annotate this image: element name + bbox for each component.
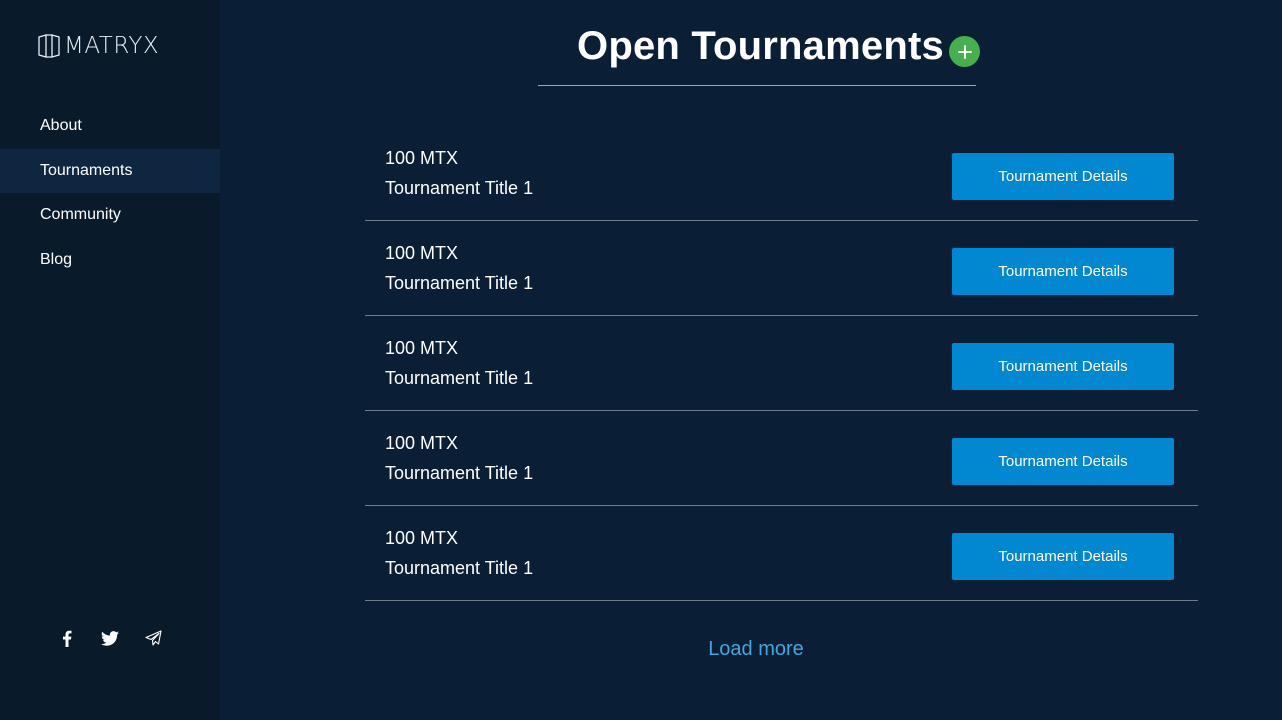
sidebar-item-about[interactable]: About (0, 104, 220, 149)
app: MATRYX About Tournaments Community Blog … (0, 0, 1282, 720)
tournament-details-button[interactable]: Tournament Details (952, 438, 1174, 485)
tournament-row: 100 MTX Tournament Title 1 Tournament De… (365, 316, 1198, 411)
tournament-bounty: 100 MTX (385, 243, 459, 263)
tournament-title: Tournament Title 1 (385, 463, 534, 483)
tournament-details-button[interactable]: Tournament Details (952, 533, 1174, 580)
tournament-details-button[interactable]: Tournament Details (952, 153, 1174, 200)
plus-icon (957, 44, 972, 59)
tournament-bounty: 100 MTX (385, 433, 459, 453)
tournament-bounty: 100 MTX (385, 338, 459, 358)
load-more-link[interactable]: Load more (220, 638, 1282, 661)
page-header: Open Tournaments (538, 24, 980, 86)
tournament-row: 100 MTX Tournament Title 1 Tournament De… (365, 221, 1198, 316)
sidebar-item-community[interactable]: Community (0, 193, 220, 238)
tournament-title: Tournament Title 1 (385, 558, 534, 578)
logo-text: MATRYX (64, 33, 160, 59)
tournament-title: Tournament Title 1 (385, 368, 534, 388)
tournament-list: 100 MTX Tournament Title 1 Tournament De… (365, 126, 1198, 601)
facebook-icon[interactable] (58, 629, 76, 647)
main-content: Open Tournaments 100 MTX Tournament Titl… (220, 0, 1282, 720)
tournament-row: 100 MTX Tournament Title 1 Tournament De… (365, 506, 1198, 601)
telegram-icon[interactable] (144, 629, 162, 647)
sidebar-item-tournaments[interactable]: Tournaments (0, 148, 220, 193)
logo[interactable]: MATRYX (37, 32, 159, 60)
tournament-row: 100 MTX Tournament Title 1 Tournament De… (365, 411, 1198, 506)
twitter-icon[interactable] (101, 629, 119, 647)
tournament-details-button[interactable]: Tournament Details (952, 248, 1174, 295)
tournament-row: 100 MTX Tournament Title 1 Tournament De… (365, 126, 1198, 221)
sidebar: MATRYX About Tournaments Community Blog (0, 0, 220, 720)
matryx-logo-icon (38, 34, 60, 58)
tournament-title: Tournament Title 1 (385, 273, 534, 293)
add-tournament-button[interactable] (949, 36, 980, 67)
sidebar-item-blog[interactable]: Blog (0, 238, 220, 283)
tournament-details-button[interactable]: Tournament Details (952, 343, 1174, 390)
tournament-title: Tournament Title 1 (385, 178, 534, 198)
tournament-bounty: 100 MTX (385, 528, 459, 548)
page-title: Open Tournaments (577, 24, 944, 68)
sidebar-nav: About Tournaments Community Blog (0, 104, 220, 282)
tournament-bounty: 100 MTX (385, 148, 459, 168)
social-links (58, 629, 162, 647)
